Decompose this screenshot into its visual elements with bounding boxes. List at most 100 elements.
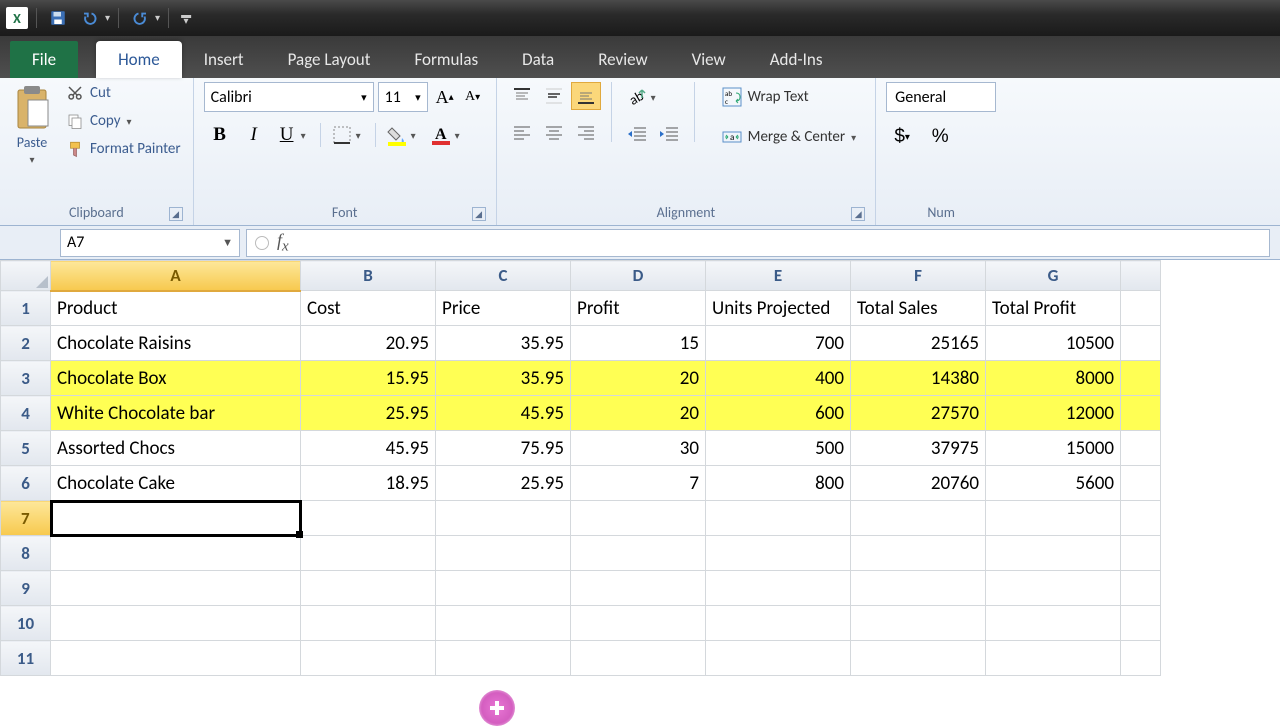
- cell-D2[interactable]: 15: [571, 326, 706, 361]
- cell-A2[interactable]: Chocolate Raisins: [51, 326, 301, 361]
- tab-page-layout[interactable]: Page Layout: [266, 41, 393, 78]
- format-painter-button[interactable]: Format Painter: [64, 138, 183, 160]
- decrease-indent-button[interactable]: [622, 120, 652, 148]
- cell-H6[interactable]: [1121, 466, 1161, 501]
- cell-B10[interactable]: [301, 606, 436, 641]
- row-header-9[interactable]: 9: [1, 571, 51, 606]
- cell-B4[interactable]: 25.95: [301, 396, 436, 431]
- redo-dropdown[interactable]: ▾: [155, 15, 160, 21]
- percent-button[interactable]: %: [924, 122, 956, 152]
- cell-H4[interactable]: [1121, 396, 1161, 431]
- row-header-8[interactable]: 8: [1, 536, 51, 571]
- column-header-E[interactable]: E: [706, 261, 851, 291]
- font-size-select[interactable]: 11▾: [378, 82, 428, 112]
- cell-B7[interactable]: [301, 501, 436, 536]
- grow-font-button[interactable]: A▴: [432, 83, 458, 111]
- tab-home[interactable]: Home: [96, 41, 182, 78]
- row-header-11[interactable]: 11: [1, 641, 51, 676]
- cell-E5[interactable]: 500: [706, 431, 851, 466]
- align-left-button[interactable]: [507, 118, 537, 146]
- cell-H3[interactable]: [1121, 361, 1161, 396]
- cell-A4[interactable]: White Chocolate bar: [51, 396, 301, 431]
- tab-addins[interactable]: Add-Ins: [748, 41, 845, 78]
- cell-C7[interactable]: [436, 501, 571, 536]
- cell-C4[interactable]: 45.95: [436, 396, 571, 431]
- cell-C1[interactable]: Price: [436, 291, 571, 326]
- cell-A5[interactable]: Assorted Chocs: [51, 431, 301, 466]
- cell-G9[interactable]: [986, 571, 1121, 606]
- cell-D10[interactable]: [571, 606, 706, 641]
- cell-H9[interactable]: [1121, 571, 1161, 606]
- cell-G3[interactable]: 8000: [986, 361, 1121, 396]
- cell-E2[interactable]: 700: [706, 326, 851, 361]
- tab-view[interactable]: View: [670, 41, 748, 78]
- qat-customize[interactable]: ▬▾: [181, 12, 191, 24]
- cell-E3[interactable]: 400: [706, 361, 851, 396]
- tab-file[interactable]: File: [10, 41, 78, 78]
- cell-H1[interactable]: [1121, 291, 1161, 326]
- cell-B5[interactable]: 45.95: [301, 431, 436, 466]
- cell-H10[interactable]: [1121, 606, 1161, 641]
- cell-F7[interactable]: [851, 501, 986, 536]
- borders-button[interactable]: ▾: [327, 120, 369, 150]
- cell-G8[interactable]: [986, 536, 1121, 571]
- cell-C5[interactable]: 75.95: [436, 431, 571, 466]
- select-all-corner[interactable]: [1, 261, 51, 291]
- shrink-font-button[interactable]: A▾: [460, 83, 486, 111]
- cell-B11[interactable]: [301, 641, 436, 676]
- cell-F4[interactable]: 27570: [851, 396, 986, 431]
- cell-H2[interactable]: [1121, 326, 1161, 361]
- cell-E6[interactable]: 800: [706, 466, 851, 501]
- cell-H11[interactable]: [1121, 641, 1161, 676]
- tab-insert[interactable]: Insert: [182, 41, 266, 78]
- cell-G11[interactable]: [986, 641, 1121, 676]
- cell-D1[interactable]: Profit: [571, 291, 706, 326]
- cell-C6[interactable]: 25.95: [436, 466, 571, 501]
- font-color-button[interactable]: A▾: [426, 120, 468, 150]
- cell-C8[interactable]: [436, 536, 571, 571]
- cell-G2[interactable]: 10500: [986, 326, 1121, 361]
- bold-button[interactable]: B: [204, 120, 236, 150]
- row-header-2[interactable]: 2: [1, 326, 51, 361]
- cell-F6[interactable]: 20760: [851, 466, 986, 501]
- cell-F11[interactable]: [851, 641, 986, 676]
- paste-button[interactable]: Paste ▾: [10, 82, 54, 168]
- cell-D3[interactable]: 20: [571, 361, 706, 396]
- align-center-button[interactable]: [539, 118, 569, 146]
- row-header-10[interactable]: 10: [1, 606, 51, 641]
- cut-button[interactable]: Cut: [64, 82, 183, 104]
- column-header-G[interactable]: G: [986, 261, 1121, 291]
- column-header-D[interactable]: D: [571, 261, 706, 291]
- cell-D4[interactable]: 20: [571, 396, 706, 431]
- cell-E4[interactable]: 600: [706, 396, 851, 431]
- cell-E1[interactable]: Units Projected: [706, 291, 851, 326]
- cell-A6[interactable]: Chocolate Cake: [51, 466, 301, 501]
- undo-dropdown[interactable]: ▾: [105, 15, 110, 21]
- column-header-C[interactable]: C: [436, 261, 571, 291]
- row-header-6[interactable]: 6: [1, 466, 51, 501]
- formula-input[interactable]: fx: [246, 229, 1270, 257]
- align-bottom-button[interactable]: [571, 82, 601, 110]
- tab-formulas[interactable]: Formulas: [392, 41, 500, 78]
- copy-button[interactable]: Copy ▾: [64, 110, 183, 132]
- merge-center-button[interactable]: a Merge & Center ▾: [713, 122, 866, 152]
- currency-button[interactable]: $ ▾: [886, 122, 918, 152]
- fill-color-button[interactable]: ▾: [382, 120, 424, 150]
- cell-D7[interactable]: [571, 501, 706, 536]
- cell-E9[interactable]: [706, 571, 851, 606]
- tab-data[interactable]: Data: [500, 41, 576, 78]
- cell-D5[interactable]: 30: [571, 431, 706, 466]
- tab-review[interactable]: Review: [576, 41, 669, 78]
- column-header-B[interactable]: B: [301, 261, 436, 291]
- cell-B8[interactable]: [301, 536, 436, 571]
- cell-C2[interactable]: 35.95: [436, 326, 571, 361]
- row-header-1[interactable]: 1: [1, 291, 51, 326]
- cell-F1[interactable]: Total Sales: [851, 291, 986, 326]
- cell-A10[interactable]: [51, 606, 301, 641]
- cell-C11[interactable]: [436, 641, 571, 676]
- cell-A1[interactable]: Product: [51, 291, 301, 326]
- number-format-select[interactable]: General: [886, 82, 996, 112]
- wrap-text-button[interactable]: abc Wrap Text: [713, 82, 866, 112]
- cell-A7[interactable]: [51, 501, 301, 536]
- cell-G1[interactable]: Total Profit: [986, 291, 1121, 326]
